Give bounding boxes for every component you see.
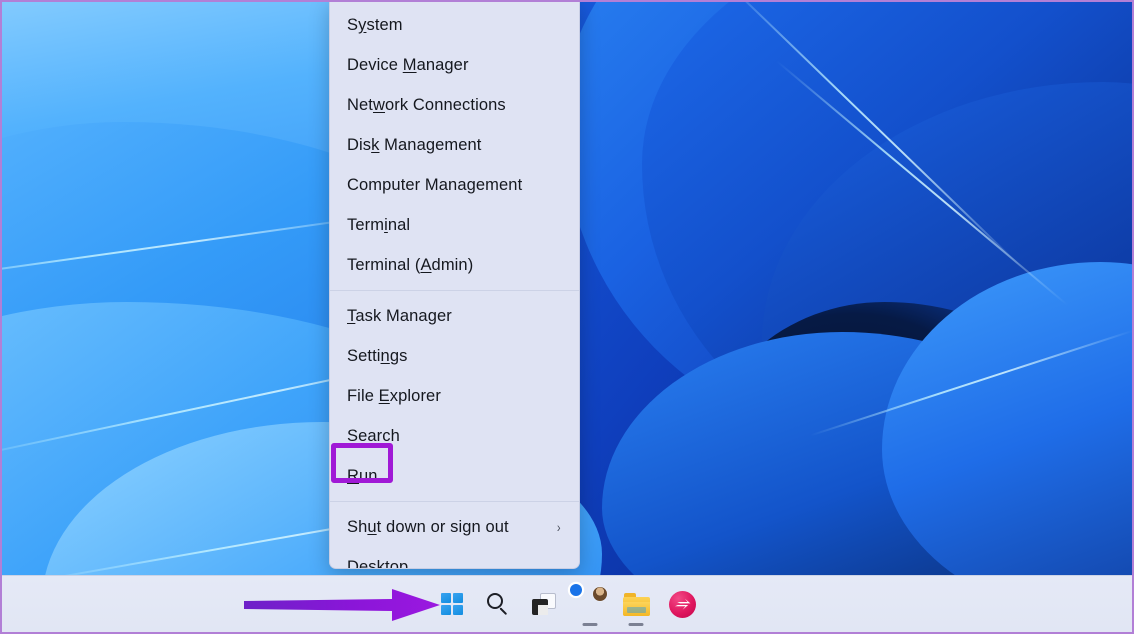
power-user-menu[interactable]: System Device Manager Network Connection… bbox=[329, 0, 580, 569]
avatar bbox=[592, 586, 608, 602]
menu-item-device-manager[interactable]: Device Manager bbox=[330, 45, 579, 85]
menu-item-computer-management[interactable]: Computer Management bbox=[330, 165, 579, 205]
running-indicator bbox=[583, 623, 598, 626]
menu-item-task-manager[interactable]: Task Manager bbox=[330, 296, 579, 336]
chrome-icon bbox=[576, 590, 604, 618]
menu-item-label: System bbox=[347, 16, 403, 34]
menu-item-terminal-admin[interactable]: Terminal (Admin) bbox=[330, 245, 579, 285]
chrome-button[interactable] bbox=[567, 581, 613, 627]
start-arrow-annotation bbox=[242, 588, 442, 622]
running-indicator bbox=[629, 623, 644, 626]
menu-item-desktop[interactable]: Desktop bbox=[330, 547, 579, 569]
pink-bird-icon bbox=[669, 591, 696, 618]
menu-separator bbox=[330, 290, 579, 291]
task-view-button[interactable] bbox=[521, 581, 567, 627]
menu-item-search[interactable]: Search bbox=[330, 416, 579, 456]
search-button[interactable] bbox=[475, 581, 521, 627]
menu-item-label: Desktop bbox=[347, 558, 408, 570]
menu-item-label: Network Connections bbox=[347, 96, 506, 114]
menu-item-label: Computer Management bbox=[347, 176, 522, 194]
menu-item-label: Disk Management bbox=[347, 136, 482, 154]
chevron-right-icon: › bbox=[557, 520, 564, 534]
menu-item-system[interactable]: System bbox=[330, 5, 579, 45]
menu-item-disk-management[interactable]: Disk Management bbox=[330, 125, 579, 165]
menu-item-label: Terminal bbox=[347, 216, 410, 234]
menu-item-file-explorer[interactable]: File Explorer bbox=[330, 376, 579, 416]
menu-item-label: Settings bbox=[347, 347, 407, 365]
menu-group-system: System Device Manager Network Connection… bbox=[330, 2, 579, 288]
search-icon bbox=[486, 592, 510, 616]
menu-item-settings[interactable]: Settings bbox=[330, 336, 579, 376]
menu-item-label: Terminal (Admin) bbox=[347, 256, 473, 274]
menu-item-label: Device Manager bbox=[347, 56, 469, 74]
pink-app-button[interactable] bbox=[659, 581, 705, 627]
windows-logo-icon bbox=[441, 593, 463, 615]
menu-item-shut-down-or-sign-out[interactable]: Shut down or sign out › bbox=[330, 507, 579, 547]
taskbar[interactable] bbox=[2, 575, 1132, 632]
menu-separator bbox=[330, 501, 579, 502]
menu-item-terminal[interactable]: Terminal bbox=[330, 205, 579, 245]
explorer-button[interactable] bbox=[613, 581, 659, 627]
menu-item-network-connections[interactable]: Network Connections bbox=[330, 85, 579, 125]
windows-desktop-screen: System Device Manager Network Connection… bbox=[0, 0, 1134, 634]
menu-group-session: Shut down or sign out › Desktop bbox=[330, 504, 579, 569]
folder-icon bbox=[623, 593, 650, 616]
menu-item-label: File Explorer bbox=[347, 387, 441, 405]
menu-item-label: Run bbox=[347, 467, 378, 485]
menu-group-tools: Task Manager Settings File Explorer Sear… bbox=[330, 293, 579, 499]
task-view-icon bbox=[532, 593, 556, 615]
menu-item-label: Shut down or sign out bbox=[347, 518, 509, 536]
menu-item-label: Task Manager bbox=[347, 307, 452, 325]
menu-item-run[interactable]: Run bbox=[330, 456, 579, 496]
menu-item-label: Search bbox=[347, 427, 400, 445]
